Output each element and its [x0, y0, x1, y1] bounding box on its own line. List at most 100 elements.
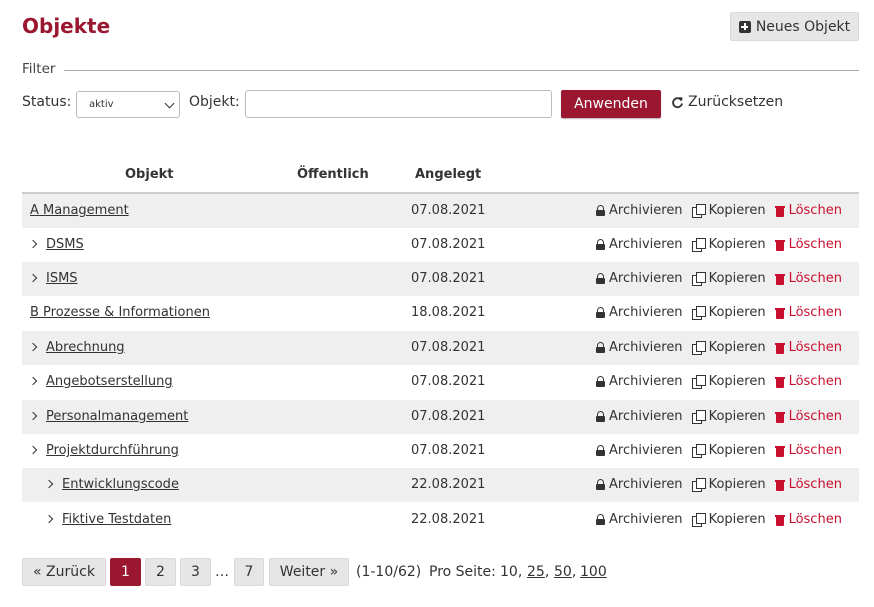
- copy-button[interactable]: Kopieren: [691, 374, 766, 389]
- chevron-right-icon[interactable]: [28, 411, 38, 421]
- object-name-link[interactable]: DSMS: [46, 237, 84, 252]
- delete-button[interactable]: Löschen: [774, 409, 842, 424]
- chevron-right-icon[interactable]: [44, 479, 54, 489]
- object-name-link[interactable]: Projektdurchführung: [46, 443, 179, 458]
- copy-button[interactable]: Kopieren: [691, 340, 766, 355]
- page-3-button[interactable]: 3: [180, 558, 211, 586]
- table-row: B Prozesse & Informationen 18.08.2021 Arch…: [22, 296, 859, 330]
- archive-button[interactable]: Archivieren: [596, 271, 683, 286]
- new-object-button[interactable]: Neues Objekt: [730, 12, 859, 41]
- lock-icon: [596, 514, 605, 525]
- object-name-link[interactable]: B Prozesse & Informationen: [30, 305, 210, 320]
- created-date: 22.08.2021: [411, 512, 486, 527]
- delete-button[interactable]: Löschen: [774, 512, 842, 527]
- trash-icon: [774, 514, 785, 526]
- prev-page-button[interactable]: « Zurück: [22, 558, 106, 586]
- copy-icon: [691, 478, 706, 492]
- objekt-input[interactable]: [245, 90, 552, 118]
- copy-button[interactable]: Kopieren: [691, 305, 766, 320]
- per-page-25-link[interactable]: 25: [527, 564, 545, 580]
- archive-button[interactable]: Archivieren: [596, 374, 683, 389]
- delete-button[interactable]: Löschen: [774, 203, 842, 218]
- delete-button[interactable]: Löschen: [774, 271, 842, 286]
- trash-icon: [774, 273, 785, 285]
- lock-icon: [596, 205, 605, 216]
- plus-icon: [738, 20, 751, 33]
- archive-label: Archivieren: [609, 203, 683, 218]
- delete-button[interactable]: Löschen: [774, 237, 842, 252]
- archive-button[interactable]: Archivieren: [596, 409, 683, 424]
- copy-button[interactable]: Kopieren: [691, 477, 766, 492]
- table-row: A Management 07.08.2021 Archivieren Kopiere…: [22, 194, 859, 228]
- object-name-link[interactable]: Angebotserstellung: [46, 374, 173, 389]
- object-name-link[interactable]: Personalmanagement: [46, 409, 188, 424]
- archive-label: Archivieren: [609, 340, 683, 355]
- header-objekt[interactable]: Objekt: [125, 167, 174, 182]
- archive-label: Archivieren: [609, 409, 683, 424]
- object-name-link[interactable]: A Management: [30, 203, 129, 218]
- archive-button[interactable]: Archivieren: [596, 340, 683, 355]
- trash-icon: [774, 307, 785, 319]
- archive-button[interactable]: Archivieren: [596, 305, 683, 320]
- archive-button[interactable]: Archivieren: [596, 477, 683, 492]
- page-2-button[interactable]: 2: [145, 558, 176, 586]
- page-7-button[interactable]: 7: [234, 558, 264, 586]
- apply-button[interactable]: Anwenden: [561, 90, 661, 118]
- archive-button[interactable]: Archivieren: [596, 443, 683, 458]
- header-oeffentlich[interactable]: Öffentlich: [297, 167, 369, 182]
- trash-icon: [774, 376, 785, 388]
- reset-link[interactable]: Zurücksetzen: [671, 94, 783, 110]
- refresh-icon: [672, 96, 683, 108]
- chevron-right-icon[interactable]: [28, 342, 38, 352]
- archive-label: Archivieren: [609, 477, 683, 492]
- copy-button[interactable]: Kopieren: [691, 203, 766, 218]
- object-name-link[interactable]: Abrechnung: [46, 340, 125, 355]
- per-page-current: 10,: [500, 564, 523, 580]
- copy-label: Kopieren: [708, 374, 766, 389]
- copy-icon: [691, 204, 706, 218]
- copy-icon: [691, 444, 706, 458]
- lock-icon: [596, 445, 605, 456]
- delete-button[interactable]: Löschen: [774, 443, 842, 458]
- delete-label: Löschen: [788, 305, 842, 320]
- copy-icon: [691, 272, 706, 286]
- table-row: Abrechnung 07.08.2021 Archivieren Kopieren L…: [22, 331, 859, 365]
- chevron-right-icon[interactable]: [28, 445, 38, 455]
- row-actions: Archivieren Kopieren Löschen: [596, 237, 842, 252]
- copy-button[interactable]: Kopieren: [691, 271, 766, 286]
- delete-button[interactable]: Löschen: [774, 477, 842, 492]
- archive-button[interactable]: Archivieren: [596, 512, 683, 527]
- table-row: Projektdurchführung 07.08.2021 Archivieren…: [22, 434, 859, 468]
- per-page-100-link[interactable]: 100: [580, 564, 607, 580]
- row-actions: Archivieren Kopieren Löschen: [596, 443, 842, 458]
- delete-button[interactable]: Löschen: [774, 340, 842, 355]
- archive-button[interactable]: Archivieren: [596, 203, 683, 218]
- status-select-value: aktiv: [89, 99, 114, 110]
- object-name-link[interactable]: ISMS: [46, 271, 78, 286]
- object-name-link[interactable]: Fiktive Testdaten: [62, 512, 171, 527]
- chevron-right-icon[interactable]: [44, 514, 54, 524]
- next-page-button[interactable]: Weiter »: [269, 558, 349, 586]
- copy-label: Kopieren: [708, 203, 766, 218]
- chevron-right-icon[interactable]: [28, 239, 38, 249]
- object-name-link[interactable]: Entwicklungscode: [62, 477, 179, 492]
- trash-icon: [774, 239, 785, 251]
- table-row: ISMS 07.08.2021 Archivieren Kopieren Löschen: [22, 262, 859, 296]
- copy-button[interactable]: Kopieren: [691, 409, 766, 424]
- delete-button[interactable]: Löschen: [774, 305, 842, 320]
- copy-button[interactable]: Kopieren: [691, 443, 766, 458]
- chevron-right-icon[interactable]: [28, 376, 38, 386]
- per-page-label: Pro Seite:: [429, 564, 496, 580]
- per-page-50-link[interactable]: 50: [554, 564, 572, 580]
- trash-icon: [774, 411, 785, 423]
- copy-button[interactable]: Kopieren: [691, 237, 766, 252]
- header-angelegt[interactable]: Angelegt: [415, 167, 481, 182]
- status-select[interactable]: aktiv: [76, 91, 180, 118]
- page-1-button[interactable]: 1: [110, 558, 141, 586]
- archive-button[interactable]: Archivieren: [596, 237, 683, 252]
- chevron-right-icon[interactable]: [28, 273, 38, 283]
- copy-button[interactable]: Kopieren: [691, 512, 766, 527]
- copy-icon: [691, 513, 706, 527]
- lock-icon: [596, 411, 605, 422]
- delete-button[interactable]: Löschen: [774, 374, 842, 389]
